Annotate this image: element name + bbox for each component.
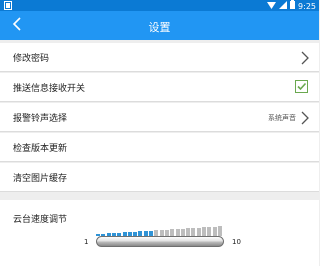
speed-level-bar — [202, 227, 206, 236]
change-password-label: 修改密码 — [13, 54, 50, 64]
speed-max-label: 10 — [232, 238, 241, 246]
app-bar: 设置 — [0, 11, 319, 40]
speed-level-bar — [196, 227, 201, 236]
chevron-right-icon — [301, 110, 309, 129]
wifi-icon — [267, 1, 277, 12]
speed-level-bar — [217, 226, 222, 236]
speed-level-bar — [175, 229, 180, 236]
ptz-speed-panel: 云台速度调节 1 10 — [0, 200, 319, 266]
push-toggle-row[interactable]: 推送信息接收开关 — [0, 73, 319, 102]
check-update-label: 检查版本更新 — [13, 144, 68, 154]
speed-min-label: 1 — [84, 238, 89, 246]
speed-slider[interactable] — [96, 236, 224, 247]
speed-level-bar — [212, 226, 217, 236]
speed-level-bar — [207, 227, 212, 236]
clear-cache-row[interactable]: 清空图片缓存 — [0, 163, 319, 192]
change-password-row[interactable]: 修改密码 — [0, 43, 319, 72]
push-toggle-checkbox[interactable] — [295, 80, 308, 93]
alarm-ringtone-label: 报警铃声选择 — [13, 114, 68, 124]
speed-level-bar — [180, 228, 185, 236]
alarm-ringtone-row[interactable]: 报警铃声选择 系统声音 — [0, 103, 319, 132]
speed-level-bar — [191, 228, 196, 236]
check-update-row[interactable]: 检查版本更新 — [0, 133, 319, 162]
status-time: 9:25 — [298, 1, 316, 11]
speed-level-bar — [186, 228, 191, 236]
ptz-speed-label: 云台速度调节 — [13, 215, 68, 225]
clear-cache-label: 清空图片缓存 — [13, 174, 68, 184]
speed-level-bars — [96, 224, 226, 236]
speed-level-bar — [170, 229, 175, 236]
push-toggle-label: 推送信息接收开关 — [13, 84, 86, 94]
alarm-ringtone-value: 系统声音 — [268, 114, 296, 122]
status-bar: 9:25 — [0, 0, 319, 11]
page-title: 设置 — [148, 21, 171, 34]
signal-icon — [279, 0, 288, 12]
chevron-right-icon — [301, 50, 309, 69]
